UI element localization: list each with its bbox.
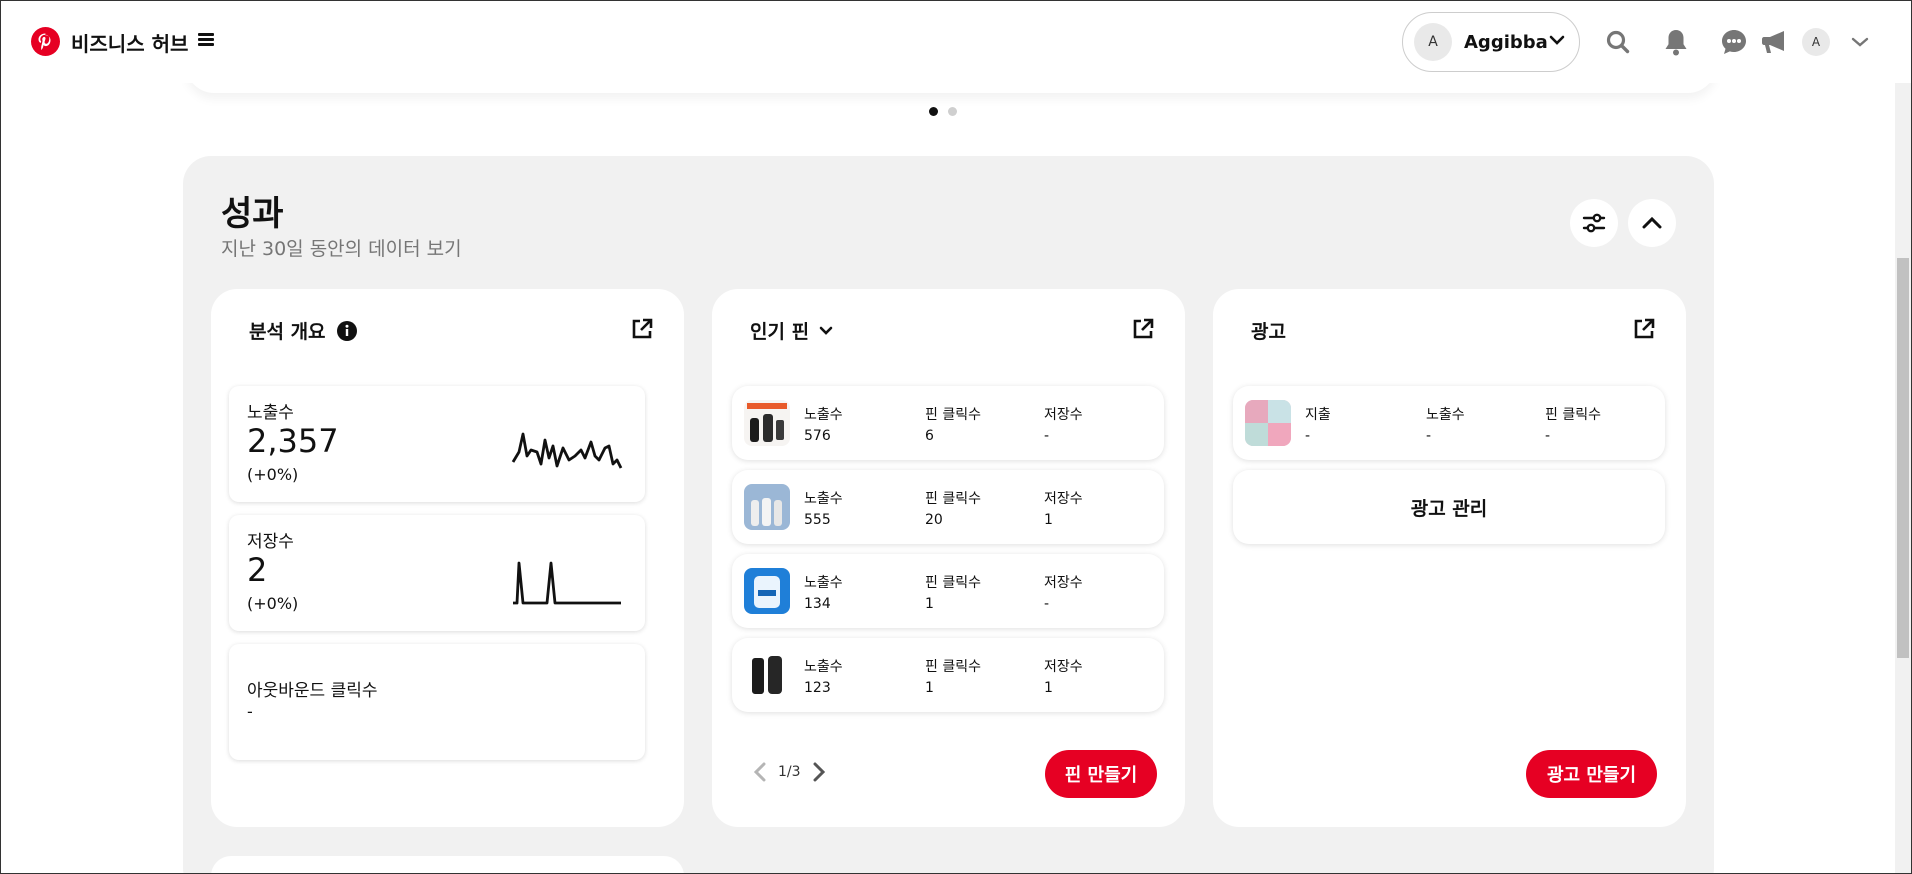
stat-pin-clicks: 핀 클릭수 - (1545, 407, 1601, 444)
search-icon[interactable] (1601, 25, 1635, 59)
metric-outbound-clicks[interactable]: 아웃바운드 클릭수 - (229, 644, 645, 760)
analytics-overview-card: 분석 개요 노출수 2,357 (+0%) 저장수 2 (+0%) 아웃바운드 … (211, 289, 684, 827)
business-hub-title[interactable]: 비즈니스 허브 (71, 28, 188, 57)
stat-pin-clicks: 핀 클릭수 6 (925, 407, 981, 444)
account-switcher[interactable]: A Aggibba (1402, 12, 1580, 72)
browser-viewport: 비즈니스 허브 A Aggibba A 성과 지난 30일 동안의 데이터 보기… (0, 0, 1912, 874)
pin-row[interactable]: 노출수 134 핀 클릭수 1 저장수 - (732, 554, 1164, 628)
saves-sparkline (513, 561, 621, 605)
pin-thumbnail (744, 400, 790, 446)
create-pin-button[interactable]: 핀 만들기 (1045, 750, 1157, 798)
impressions-sparkline (511, 432, 623, 469)
section-title: 성과 (221, 194, 284, 234)
external-link-icon[interactable] (630, 317, 654, 341)
stat-impressions: 노출수 134 (804, 575, 843, 612)
metric-impressions[interactable]: 노출수 2,357 (+0%) (229, 386, 645, 502)
metric-value: 2 (247, 551, 268, 589)
external-link-icon[interactable] (1131, 317, 1155, 341)
next-section-card (211, 856, 684, 873)
metric-label: 노출수 (247, 403, 294, 423)
scrollbar[interactable] (1895, 1, 1911, 873)
chevron-up-icon (1642, 216, 1662, 229)
top-navigation-bar: 비즈니스 허브 A Aggibba A (1, 1, 1911, 83)
metric-saves[interactable]: 저장수 2 (+0%) (229, 515, 645, 631)
card-title: 인기 핀 (750, 321, 810, 343)
megaphone-icon[interactable] (1757, 25, 1791, 59)
pagination: 1/3 (752, 761, 827, 783)
stat-impressions: 노출수 123 (804, 659, 843, 696)
hamburger-menu-icon[interactable] (198, 33, 214, 47)
stat-impressions: 노출수 576 (804, 407, 843, 444)
account-avatar: A (1414, 23, 1452, 61)
stat-saves: 저장수 - (1044, 575, 1083, 612)
create-ad-button[interactable]: 광고 만들기 (1526, 750, 1657, 798)
ad-row[interactable]: 지출 - 노출수 - 핀 클릭수 - (1233, 386, 1665, 460)
filter-settings-button[interactable] (1570, 199, 1618, 247)
card-header: 광고 (1251, 317, 1286, 344)
metric-change: (+0%) (247, 594, 299, 613)
ads-card: 광고 지출 - 노출수 - 핀 클릭수 - 광고 관리 광고 만들기 (1213, 289, 1686, 827)
card-title: 광고 (1251, 321, 1286, 343)
messages-icon[interactable] (1717, 25, 1751, 59)
card-title: 분석 개요 (249, 321, 326, 343)
carousel-dot-active[interactable] (929, 107, 938, 116)
top-pins-card: 인기 핀 노출수 576 핀 클릭수 6 저장수 - 노출수 555 핀 클릭수… (712, 289, 1185, 827)
stat-pin-clicks: 핀 클릭수 20 (925, 491, 981, 528)
stat-impressions: 노출수 555 (804, 491, 843, 528)
sliders-icon (1582, 213, 1606, 233)
pin-row[interactable]: 노출수 123 핀 클릭수 1 저장수 1 (732, 638, 1164, 712)
pin-thumbnail (744, 484, 790, 530)
page-indicator: 1/3 (778, 764, 801, 780)
stat-pin-clicks: 핀 클릭수 1 (925, 659, 981, 696)
performance-panel: 성과 지난 30일 동안의 데이터 보기 분석 개요 노출수 2,357 (+0… (183, 156, 1714, 873)
carousel-dot[interactable] (948, 107, 957, 116)
top-pins-dropdown[interactable]: 인기 핀 (750, 317, 833, 344)
ad-thumbnail (1245, 400, 1291, 446)
pin-row[interactable]: 노출수 576 핀 클릭수 6 저장수 - (732, 386, 1164, 460)
section-subtitle: 지난 30일 동안의 데이터 보기 (221, 238, 462, 260)
collapse-section-button[interactable] (1628, 199, 1676, 247)
pinterest-logo-icon[interactable] (31, 27, 60, 56)
pin-thumbnail (744, 568, 790, 614)
chevron-down-icon (819, 326, 833, 335)
metric-change: (+0%) (247, 465, 299, 484)
scrollbar-thumb[interactable] (1897, 258, 1909, 658)
metric-label: 저장수 (247, 532, 294, 552)
manage-ads-button[interactable]: 광고 관리 (1233, 470, 1665, 544)
stat-saves: 저장수 1 (1044, 659, 1083, 696)
stat-pin-clicks: 핀 클릭수 1 (925, 575, 981, 612)
chevron-down-icon (1549, 35, 1565, 45)
carousel-pagination (929, 107, 957, 116)
chevron-left-icon[interactable] (752, 761, 768, 783)
user-avatar[interactable]: A (1802, 28, 1830, 56)
metric-label: 아웃바운드 클릭수 (247, 681, 378, 701)
chevron-right-icon[interactable] (811, 761, 827, 783)
notification-bell-icon[interactable] (1659, 25, 1693, 59)
metric-value: - (247, 702, 253, 721)
account-name: Aggibba (1464, 31, 1548, 53)
stat-spend: 지출 - (1305, 407, 1331, 444)
stat-saves: 저장수 - (1044, 407, 1083, 444)
metric-value: 2,357 (247, 422, 339, 460)
pin-row[interactable]: 노출수 555 핀 클릭수 20 저장수 1 (732, 470, 1164, 544)
chevron-down-icon[interactable] (1843, 25, 1877, 59)
stat-impressions: 노출수 - (1426, 407, 1465, 444)
pin-thumbnail (744, 652, 790, 698)
external-link-icon[interactable] (1632, 317, 1656, 341)
info-icon[interactable] (336, 320, 358, 342)
card-header: 분석 개요 (249, 317, 358, 344)
stat-saves: 저장수 1 (1044, 491, 1083, 528)
